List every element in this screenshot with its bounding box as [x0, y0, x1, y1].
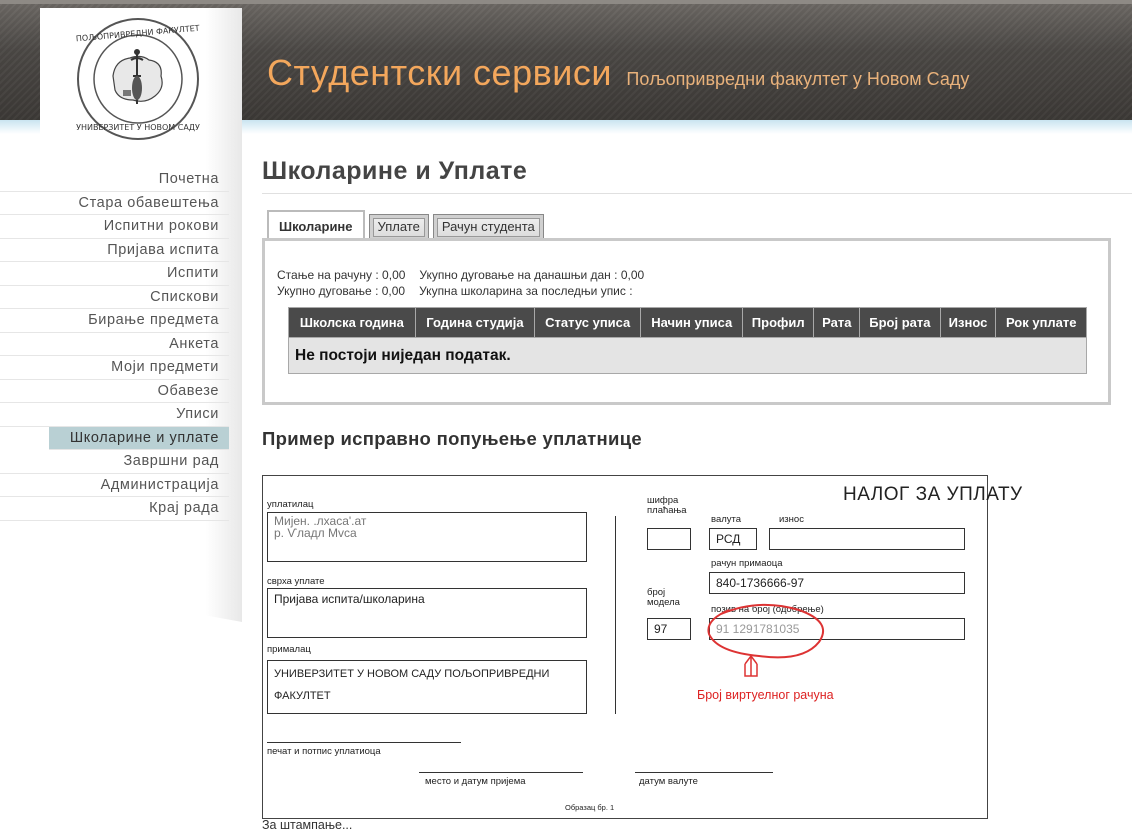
column-header[interactable]: Начин уписа: [640, 307, 744, 338]
example-section-title: Пример исправно попуњење уплатнице: [262, 428, 642, 449]
faculty-logo[interactable]: ПОЉОПРИВРЕДНИ ФАКУЛТЕТ УНИВЕРЗИТЕТ У НОВ…: [75, 16, 201, 142]
signature-label: печат и потпис уплатиоца: [267, 746, 381, 757]
total-debt: Укупно дуговање : 0,00: [277, 284, 406, 298]
value-date-label: датум валуте: [639, 776, 698, 787]
place-date-line: [419, 772, 583, 773]
model-box: 97: [647, 618, 691, 640]
sidebar-nav: Почетна Стара обавештења Испитни рокови …: [0, 168, 229, 521]
payment-code-box: [647, 528, 691, 550]
sidebar-item-survey[interactable]: Анкета: [0, 333, 229, 356]
account-box: 840-1736666-97: [709, 572, 965, 594]
sidebar-item-administration[interactable]: Администрација: [0, 474, 229, 497]
sidebar-item-exam-registration[interactable]: Пријава испита: [0, 239, 229, 262]
value-date-line: [635, 772, 773, 773]
sidebar-item-logout[interactable]: Крај рада: [0, 497, 229, 521]
payer-box: Мијен. .лхаса'.ат р. Ѵладл Мvса: [267, 512, 587, 562]
currency-label: валута: [711, 514, 742, 525]
site-title-main: Студентски сервиси: [267, 52, 612, 93]
page-title: Школарине и Уплате: [262, 157, 528, 185]
sidebar-item-exam-periods[interactable]: Испитни рокови: [0, 215, 229, 239]
currency-value: РСД: [716, 532, 741, 546]
purpose-box: Пријава испита/школарина: [267, 588, 587, 638]
payer-line-2: р. Ѵладл Мvса: [274, 526, 357, 540]
form-number: Образац бр. 1: [565, 803, 615, 812]
purpose-value: Пријава испита/школарина: [274, 592, 425, 606]
tab-tuition[interactable]: Школарине: [267, 210, 365, 240]
currency-box: РСД: [709, 528, 757, 550]
tuition-panel: Стање на рачуну : 0,00 Укупно дуговање на…: [262, 238, 1111, 405]
table-row: Не постоји ниједан податак.: [288, 337, 1087, 374]
place-date-label: место и датум пријема: [425, 776, 526, 787]
amount-box: [769, 528, 965, 550]
debt-today: Укупно дуговање на данашњи дан : 0,00: [419, 268, 645, 282]
annotation-circle-icon: [707, 603, 824, 677]
account-label: рачун примаоца: [711, 558, 783, 569]
payment-code-label: шифра плаћања: [647, 496, 687, 516]
info-row-1: Стање на рачуну : 0,00 Укупно дуговање на…: [277, 268, 644, 282]
account-value: 840-1736666-97: [716, 576, 805, 590]
table-header-row: Школска година Година студија Статус упи…: [288, 307, 1087, 338]
signature-line: [267, 742, 461, 743]
payer-label: уплатилац: [267, 499, 314, 510]
slip-separator: [615, 516, 616, 714]
sidebar-item-my-courses[interactable]: Моји предмети: [0, 356, 229, 380]
svg-text:УНИВЕРЗИТЕТ У НОВОМ САДУ: УНИВЕРЗИТЕТ У НОВОМ САДУ: [76, 123, 200, 132]
column-header[interactable]: Износ: [939, 307, 997, 338]
tuition-last-enrollment: Укупна школарина за последњи упис :: [419, 284, 633, 298]
column-header[interactable]: Статус уписа: [534, 307, 642, 338]
model-label-line-2: модела: [647, 597, 680, 608]
tab-student-account[interactable]: Рачун студента: [432, 214, 544, 240]
model-label: број модела: [647, 588, 680, 608]
amount-label: износ: [779, 514, 804, 525]
print-link[interactable]: За штампање...: [262, 818, 352, 832]
sidebar-item-enrollments[interactable]: Уписи: [0, 403, 229, 427]
account-balance: Стање на рачуну : 0,00: [277, 268, 406, 282]
title-divider: [262, 193, 1132, 194]
sidebar-item-lists[interactable]: Спискови: [0, 286, 229, 309]
sidebar-item-course-selection[interactable]: Бирање предмета: [0, 309, 229, 333]
sidebar-item-home[interactable]: Почетна: [0, 168, 229, 192]
slip-title: НАЛОГ ЗА УПЛАТУ: [843, 484, 1023, 505]
column-header[interactable]: Година студија: [414, 307, 536, 338]
site-title: Студентски сервиси Пољопривредни факулте…: [267, 52, 969, 94]
tab-payments[interactable]: Уплате: [368, 214, 429, 240]
recipient-line-1: УНИВЕРЗИТЕТ У НОВОМ САДУ ПОЉОПРИВРЕДНИ: [274, 668, 550, 680]
column-header[interactable]: Школска година: [288, 307, 416, 338]
sidebar-item-tuition-payments[interactable]: Школарине и уплате: [49, 426, 229, 450]
recipient-line-2: ФАКУЛТЕТ: [274, 690, 331, 702]
column-header[interactable]: Број рата: [859, 307, 941, 338]
tab-bar: Школарине Уплате Рачун студента: [267, 210, 548, 240]
payment-code-label-line-2: плаћања: [647, 505, 687, 516]
recipient-label: прималац: [267, 644, 311, 655]
info-row-2: Укупно дуговање : 0,00 Укупна школарина з…: [277, 284, 633, 298]
faculty-seal-icon: ПОЉОПРИВРЕДНИ ФАКУЛТЕТ УНИВЕРЗИТЕТ У НОВ…: [76, 18, 200, 140]
model-value: 97: [654, 622, 668, 636]
site-title-faculty: Пољопривредни факултет у Новом Саду: [626, 69, 970, 89]
sidebar-item-final-thesis[interactable]: Завршни рад: [0, 450, 229, 474]
tuition-table: Школска година Година студија Статус упи…: [288, 307, 1087, 374]
sidebar-item-exams[interactable]: Испити: [0, 262, 229, 286]
column-header[interactable]: Профил: [742, 307, 815, 338]
column-header[interactable]: Рок уплате: [995, 307, 1087, 338]
sidebar-item-old-notices[interactable]: Стара обавештења: [0, 192, 229, 215]
sidebar-item-obligations[interactable]: Обавезе: [0, 380, 229, 403]
recipient-box: УНИВЕРЗИТЕТ У НОВОМ САДУ ПОЉОПРИВРЕДНИ Ф…: [267, 660, 587, 714]
empty-table-message: Не постоји ниједан податак.: [288, 337, 1087, 374]
purpose-label: сврха уплате: [267, 576, 325, 587]
virtual-account-annotation: Број виртуелног рачуна: [697, 688, 834, 702]
column-header[interactable]: Рата: [813, 307, 861, 338]
payment-slip-example: НАЛОГ ЗА УПЛАТУ уплатилац Мијен. .лхаса'…: [262, 475, 1022, 819]
